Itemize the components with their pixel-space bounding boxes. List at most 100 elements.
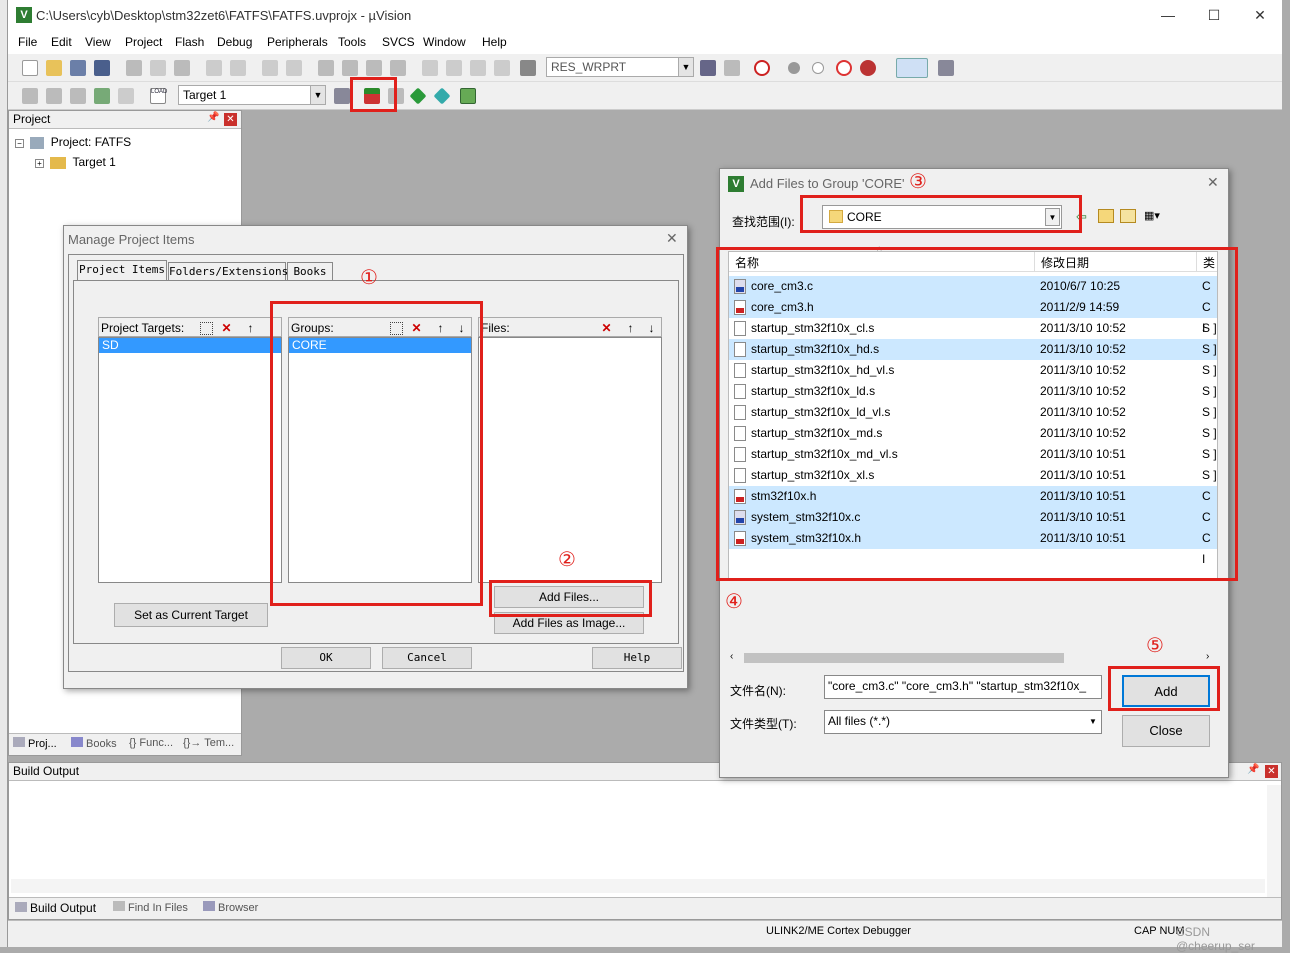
tab-books[interactable]: Books bbox=[71, 737, 117, 750]
menu-tools[interactable]: Tools bbox=[338, 35, 366, 49]
menu-view[interactable]: View bbox=[85, 35, 111, 49]
nav-forward-icon[interactable] bbox=[286, 60, 302, 76]
pack-installer-icon[interactable] bbox=[409, 87, 427, 105]
cut-icon[interactable] bbox=[126, 60, 142, 76]
close-icon[interactable]: ✕ bbox=[1207, 174, 1219, 191]
build-icon[interactable] bbox=[46, 88, 62, 104]
kill-breakpoints-icon[interactable] bbox=[836, 60, 852, 76]
menu-window[interactable]: Window bbox=[423, 35, 466, 49]
maximize-button[interactable]: ☐ bbox=[1194, 4, 1234, 26]
menu-debug[interactable]: Debug bbox=[217, 35, 252, 49]
menu-help[interactable]: Help bbox=[482, 35, 507, 49]
manage-rte-icon[interactable] bbox=[433, 87, 451, 105]
rebuild-icon[interactable] bbox=[70, 88, 86, 104]
open-file-icon[interactable] bbox=[46, 60, 62, 76]
menu-peripherals[interactable]: Peripherals bbox=[267, 35, 328, 49]
incremental-find-icon[interactable] bbox=[724, 60, 740, 76]
scroll-right-icon[interactable]: › bbox=[1206, 651, 1209, 662]
tab-books[interactable]: Books bbox=[287, 262, 333, 280]
load-icon[interactable]: LOAD bbox=[150, 88, 167, 104]
view-menu-icon[interactable]: ▦▾ bbox=[1144, 209, 1172, 223]
target-item[interactable]: SD bbox=[99, 338, 281, 353]
save-icon[interactable] bbox=[70, 60, 86, 76]
pin-icon[interactable]: 📌 bbox=[1247, 764, 1259, 775]
tab-browser[interactable]: Browser bbox=[203, 901, 258, 914]
breakpoint-icon[interactable] bbox=[788, 62, 800, 74]
tab-find-in-files[interactable]: Find In Files bbox=[113, 901, 188, 914]
find-files-icon[interactable] bbox=[520, 60, 536, 76]
redo-icon[interactable] bbox=[230, 60, 246, 76]
new-file-icon[interactable] bbox=[22, 60, 38, 76]
bookmark-icon[interactable] bbox=[318, 60, 334, 76]
menu-file[interactable]: File bbox=[18, 35, 37, 49]
pin-icon[interactable]: 📌 bbox=[207, 112, 219, 123]
horizontal-scrollbar[interactable] bbox=[11, 879, 1265, 893]
menu-svcs[interactable]: SVCS bbox=[382, 35, 415, 49]
target-combo[interactable]: Target 1 ▼ bbox=[178, 85, 326, 105]
new-folder-icon[interactable] bbox=[1120, 209, 1136, 223]
close-button[interactable]: ✕ bbox=[1240, 4, 1280, 26]
uncomment-icon[interactable] bbox=[494, 60, 510, 76]
chevron-down-icon[interactable]: ▼ bbox=[678, 58, 693, 76]
tab-templates[interactable]: {}→ Tem... bbox=[183, 737, 234, 749]
paste-icon[interactable] bbox=[174, 60, 190, 76]
comment-icon[interactable] bbox=[470, 60, 486, 76]
scroll-left-icon[interactable]: ‹ bbox=[730, 651, 733, 662]
disable-all-breakpoints-icon[interactable] bbox=[860, 60, 876, 76]
tab-project-items[interactable]: Project Items bbox=[77, 260, 167, 280]
delete-icon[interactable]: ✕ bbox=[220, 322, 233, 335]
find-combo[interactable]: RES_WRPRT ▼ bbox=[546, 57, 694, 77]
expand-icon[interactable]: + bbox=[35, 159, 44, 168]
project-tree-target[interactable]: + Target 1 bbox=[35, 155, 116, 169]
horizontal-scrollbar[interactable]: ‹ › bbox=[728, 651, 1218, 665]
filetype-select[interactable]: All files (*.*) ▼ bbox=[824, 710, 1102, 734]
close-icon[interactable]: ✕ bbox=[1265, 765, 1278, 778]
find-icon[interactable] bbox=[700, 60, 716, 76]
vertical-scrollbar[interactable] bbox=[1267, 785, 1281, 897]
set-current-target-button[interactable]: Set as Current Target bbox=[114, 603, 268, 627]
undo-icon[interactable] bbox=[206, 60, 222, 76]
target-options-icon[interactable] bbox=[334, 88, 350, 104]
new-icon[interactable] bbox=[200, 322, 213, 335]
clear-bookmarks-icon[interactable] bbox=[390, 60, 406, 76]
close-dialog-button[interactable]: Close bbox=[1122, 715, 1210, 747]
up-folder-icon[interactable] bbox=[1098, 209, 1114, 223]
move-down-icon[interactable]: ↓ bbox=[645, 322, 658, 335]
help-button[interactable]: Help bbox=[592, 647, 682, 669]
ok-button[interactable]: OK bbox=[281, 647, 371, 669]
collapse-icon[interactable]: − bbox=[15, 139, 24, 148]
translate-icon[interactable] bbox=[22, 88, 38, 104]
targets-list[interactable]: SD bbox=[98, 337, 282, 583]
chevron-down-icon[interactable]: ▼ bbox=[1086, 713, 1100, 731]
project-tree-root[interactable]: − Project: FATFS bbox=[15, 135, 131, 149]
minimize-button[interactable]: — bbox=[1148, 4, 1188, 26]
delete-icon[interactable]: ✕ bbox=[600, 322, 613, 335]
next-bookmark-icon[interactable] bbox=[366, 60, 382, 76]
batch-build-icon[interactable] bbox=[94, 88, 110, 104]
chevron-down-icon[interactable]: ▼ bbox=[310, 86, 325, 104]
prev-bookmark-icon[interactable] bbox=[342, 60, 358, 76]
close-icon[interactable]: ✕ bbox=[224, 113, 237, 126]
move-up-icon[interactable]: ↑ bbox=[624, 322, 637, 335]
debug-session-icon[interactable] bbox=[754, 60, 770, 76]
indent-icon[interactable] bbox=[422, 60, 438, 76]
close-icon[interactable]: ✕ bbox=[666, 230, 678, 247]
filename-input[interactable]: "core_cm3.c" "core_cm3.h" "startup_stm32… bbox=[824, 675, 1102, 699]
unindent-icon[interactable] bbox=[446, 60, 462, 76]
tab-functions[interactable]: {} Func... bbox=[129, 737, 173, 749]
nav-back-icon[interactable] bbox=[262, 60, 278, 76]
menu-flash[interactable]: Flash bbox=[175, 35, 204, 49]
tab-project[interactable]: Proj... bbox=[13, 737, 57, 750]
scrollbar-thumb[interactable] bbox=[744, 653, 1064, 663]
stop-build-icon[interactable] bbox=[118, 88, 134, 104]
copy-icon[interactable] bbox=[150, 60, 166, 76]
tab-build-output[interactable]: Build Output bbox=[15, 901, 96, 915]
configure-icon[interactable] bbox=[938, 60, 954, 76]
tab-folders-extensions[interactable]: Folders/Extensions bbox=[168, 262, 288, 280]
menu-edit[interactable]: Edit bbox=[51, 35, 72, 49]
window-layout-icon[interactable] bbox=[896, 58, 928, 78]
menu-project[interactable]: Project bbox=[125, 35, 162, 49]
save-all-icon[interactable] bbox=[94, 60, 110, 76]
disable-breakpoint-icon[interactable] bbox=[812, 62, 824, 74]
move-up-icon[interactable]: ↑ bbox=[244, 322, 257, 335]
